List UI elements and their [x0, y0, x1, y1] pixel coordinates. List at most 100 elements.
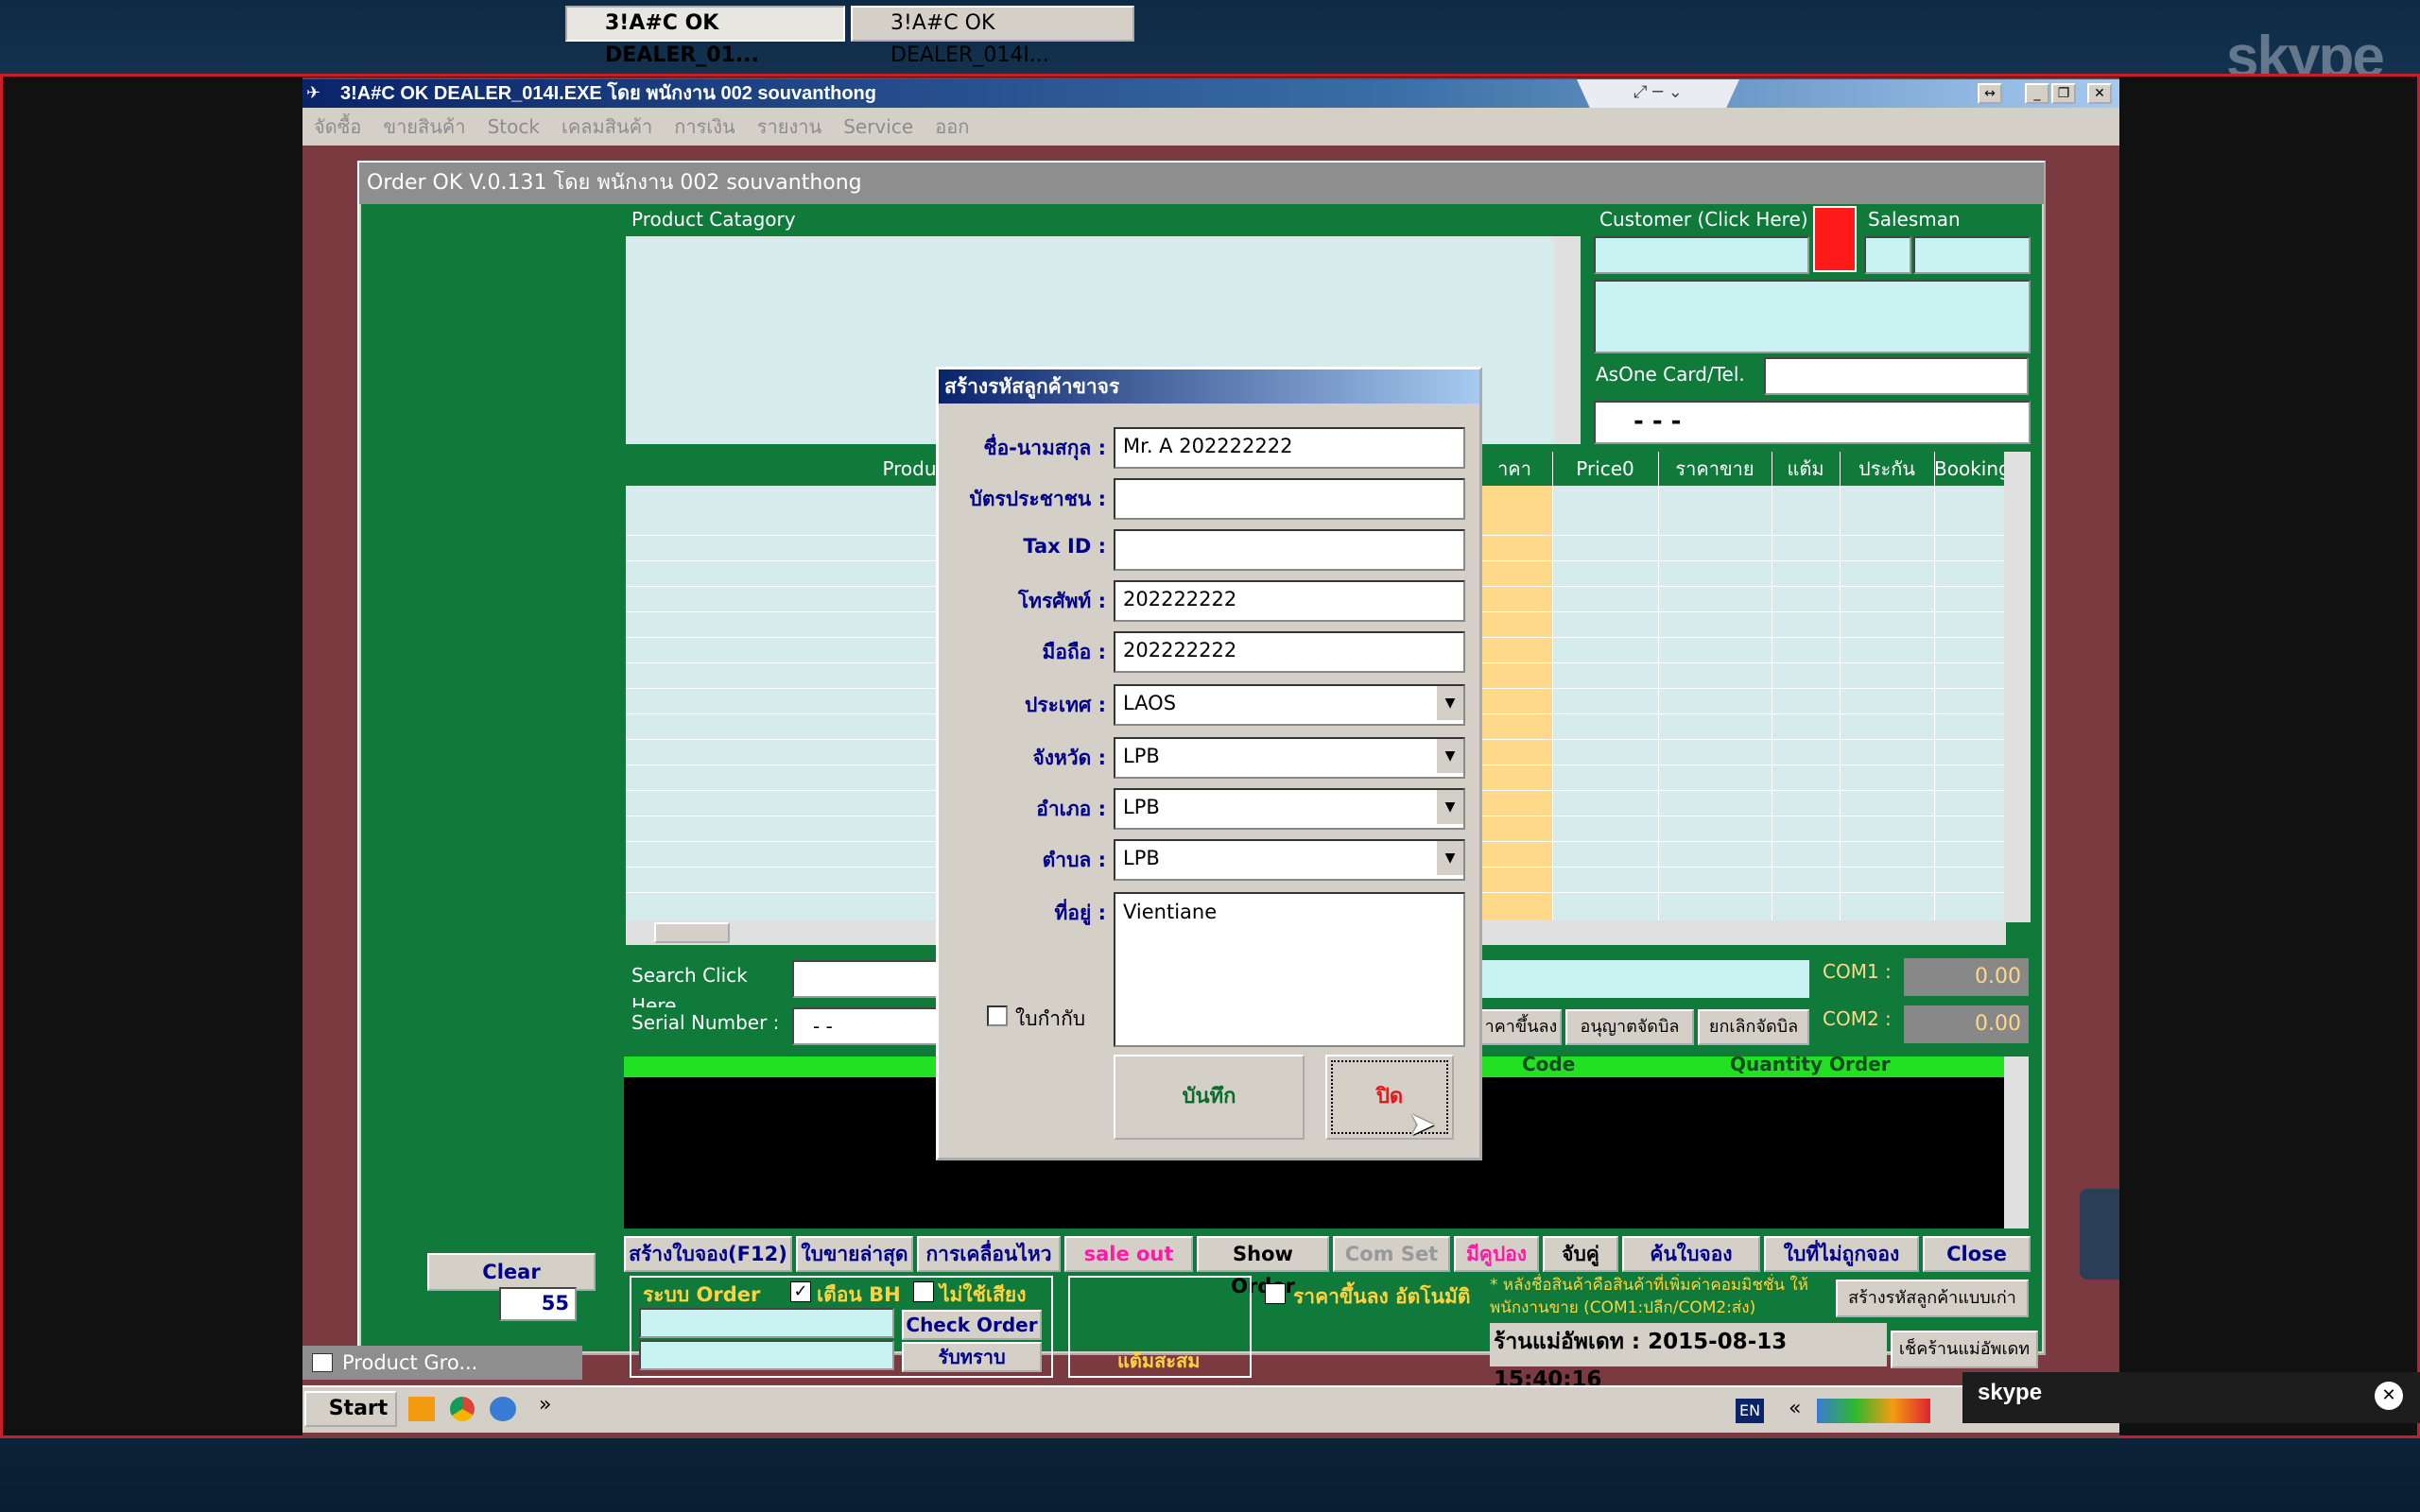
country-label: ประเทศ : [1025, 694, 1106, 716]
unbooked-button[interactable]: ใบที่ไม่ถูกจอง [1764, 1236, 1919, 1272]
grid-header-warranty: ประกัน [1840, 452, 1935, 486]
chevron-down-icon[interactable]: ▼ [1435, 790, 1463, 824]
check-order-button[interactable]: Check Order [902, 1310, 1042, 1340]
menu-sell[interactable]: ขายสินค้า [383, 108, 465, 146]
auto-price-checkbox[interactable] [1265, 1283, 1286, 1304]
salesman-code-input[interactable] [1864, 236, 1911, 274]
movement-button[interactable]: การเคลื่อนไหว [917, 1236, 1061, 1272]
menu-stock[interactable]: Stock [488, 108, 540, 146]
allow-billing-button[interactable]: อนุญาตจัดบิล [1565, 1009, 1694, 1045]
minimize-button[interactable]: _ [2025, 83, 2049, 104]
category-scrollbar[interactable] [1554, 236, 1581, 444]
old-customer-code-button[interactable]: สร้างรหัสลูกค้าแบบเก่า [1836, 1280, 2029, 1317]
acknowledge-button[interactable]: รับทราบ [902, 1342, 1042, 1372]
ie-icon[interactable] [490, 1397, 516, 1421]
side-handle[interactable] [2080, 1189, 2119, 1280]
serial-input[interactable]: - - [792, 1007, 943, 1045]
window-icon [312, 1353, 333, 1372]
subdistrict-label: ตำบล : [1042, 849, 1106, 871]
task-button-active[interactable]: 3!A#C OK DEALER_01... [565, 6, 845, 67]
create-booking-button[interactable]: สร้างใบจอง(F12) [624, 1236, 792, 1272]
quantity-header: Quantity Order [1730, 1053, 1891, 1075]
phone-field[interactable]: 202222222 [1114, 580, 1465, 622]
subdistrict-select[interactable]: LPB ▼ [1114, 839, 1465, 881]
province-select[interactable]: LPB ▼ [1114, 737, 1465, 779]
menu-bar: จัดซื้อ ขายสินค้า Stock เคลมสินค้า การเง… [302, 108, 2119, 146]
menu-report[interactable]: รายงาน [757, 108, 821, 146]
close-button[interactable]: ✕ [2087, 83, 2112, 104]
coupon-button[interactable]: มีคูปอง [1454, 1236, 1539, 1272]
country-select[interactable]: LAOS ▼ [1114, 684, 1465, 726]
restore-button[interactable]: ❐ [2051, 83, 2076, 104]
clear-count[interactable]: 55 [499, 1287, 577, 1321]
com-set-button[interactable]: Com Set [1333, 1236, 1450, 1272]
menu-purchase[interactable]: จัดซื้อ [314, 108, 361, 146]
tax-id-field[interactable] [1114, 529, 1465, 571]
chevron-down-icon[interactable]: ▼ [1435, 739, 1463, 773]
salesman-name-input[interactable] [1913, 236, 2031, 274]
quicklaunch-icon[interactable] [408, 1397, 435, 1421]
app-icon: ✈ [306, 83, 321, 103]
com2-label: COM2 : [1815, 1004, 1900, 1038]
asone-input[interactable] [1764, 357, 2029, 395]
search-label[interactable]: Search Click Here [624, 960, 790, 1017]
save-button[interactable]: บันทึก [1114, 1055, 1305, 1140]
salesman-label: Salesman [1860, 204, 2031, 236]
commission-note: * หลังชื่อสินค้าคือสินค้าที่เพิ่มค่าคอมม… [1490, 1276, 1808, 1317]
order-list-scrollbar[interactable] [2004, 1057, 2029, 1228]
mobile-field[interactable]: 202222222 [1114, 631, 1465, 673]
menu-claim[interactable]: เคลมสินค้า [562, 108, 652, 146]
grid-header-booking: Booking [1934, 452, 2007, 486]
name-field[interactable]: Mr. A 202222222 [1114, 427, 1465, 469]
district-label: อำเภอ : [1036, 798, 1106, 820]
latest-sale-button[interactable]: ใบขายล่าสุด [796, 1236, 913, 1272]
remote-control-bar[interactable]: ⤢ ─ ⌄ [1577, 79, 1739, 108]
task-button[interactable]: 3!A#C OK DEALER_014I... [851, 6, 1134, 67]
pair-button[interactable]: จับคู่ [1543, 1236, 1618, 1272]
price-updown-button[interactable]: าคาขึ้นลง [1480, 1009, 1562, 1045]
cancel-billing-button[interactable]: ยกเลิกจัดบิล [1698, 1009, 1809, 1045]
order-window-title: Order OK V.0.131 โดย พนักงาน 002 souvant… [359, 163, 2044, 204]
scroll-thumb[interactable] [654, 922, 730, 943]
id-card-field[interactable] [1114, 478, 1465, 520]
clear-button[interactable]: Clear [427, 1253, 596, 1291]
customer-label[interactable]: Customer (Click Here) [1592, 204, 1809, 236]
grid-header-price0: Price0 [1552, 452, 1659, 486]
chevron-down-icon[interactable]: ▼ [1435, 686, 1463, 720]
product-group-window[interactable]: Product Gro... [302, 1346, 582, 1380]
chrome-icon[interactable] [450, 1397, 475, 1421]
customer-input[interactable] [1594, 236, 1809, 274]
address-field[interactable]: Vientiane [1114, 892, 1465, 1047]
grid-header-points: แต้ม [1772, 452, 1841, 486]
receipt-checkbox[interactable] [987, 1005, 1008, 1026]
menu-service[interactable]: Service [843, 108, 913, 146]
no-sound-checkbox[interactable] [913, 1281, 934, 1302]
no-sound-label: ไม่ใช้เสียง [940, 1283, 1027, 1306]
menu-exit[interactable]: ออก [935, 108, 969, 146]
language-indicator[interactable]: EN [1736, 1399, 1764, 1423]
phone-mask-field[interactable]: - - - [1594, 401, 2031, 444]
phone-label: โทรศัพท์ : [1017, 590, 1106, 612]
chevron-down-icon[interactable]: ▼ [1435, 841, 1463, 875]
find-booking-button[interactable]: ค้นใบจอง [1622, 1236, 1760, 1272]
skype-icon: skype [1978, 1380, 2043, 1405]
district-select[interactable]: LPB ▼ [1114, 788, 1465, 830]
order-close-button[interactable]: Close [1923, 1236, 2031, 1272]
tray-chevron[interactable]: « [1789, 1397, 1801, 1420]
search-input[interactable] [792, 960, 943, 998]
order-input-1[interactable] [639, 1308, 894, 1338]
sale-out-button[interactable]: sale out [1064, 1236, 1193, 1272]
check-store-update-button[interactable]: เช็คร้านแม่อัพเดท [1891, 1331, 2038, 1368]
menu-finance[interactable]: การเงิน [674, 108, 735, 146]
order-input-2[interactable] [639, 1340, 894, 1370]
quicklaunch-chevron[interactable]: » [539, 1393, 551, 1417]
close-icon[interactable]: ✕ [2375, 1382, 2403, 1410]
warn-bh-checkbox[interactable]: ✓ [790, 1281, 811, 1302]
start-button[interactable]: Start [304, 1391, 397, 1427]
product-name-display [1480, 960, 1809, 998]
show-order-button[interactable]: Show Order [1197, 1236, 1329, 1297]
grid-vertical-scrollbar[interactable] [2004, 452, 2031, 922]
com1-value: 0.00 [1904, 958, 2029, 996]
resize-icon[interactable]: ↔ [1978, 83, 2002, 104]
tray-icons[interactable] [1817, 1399, 1930, 1423]
